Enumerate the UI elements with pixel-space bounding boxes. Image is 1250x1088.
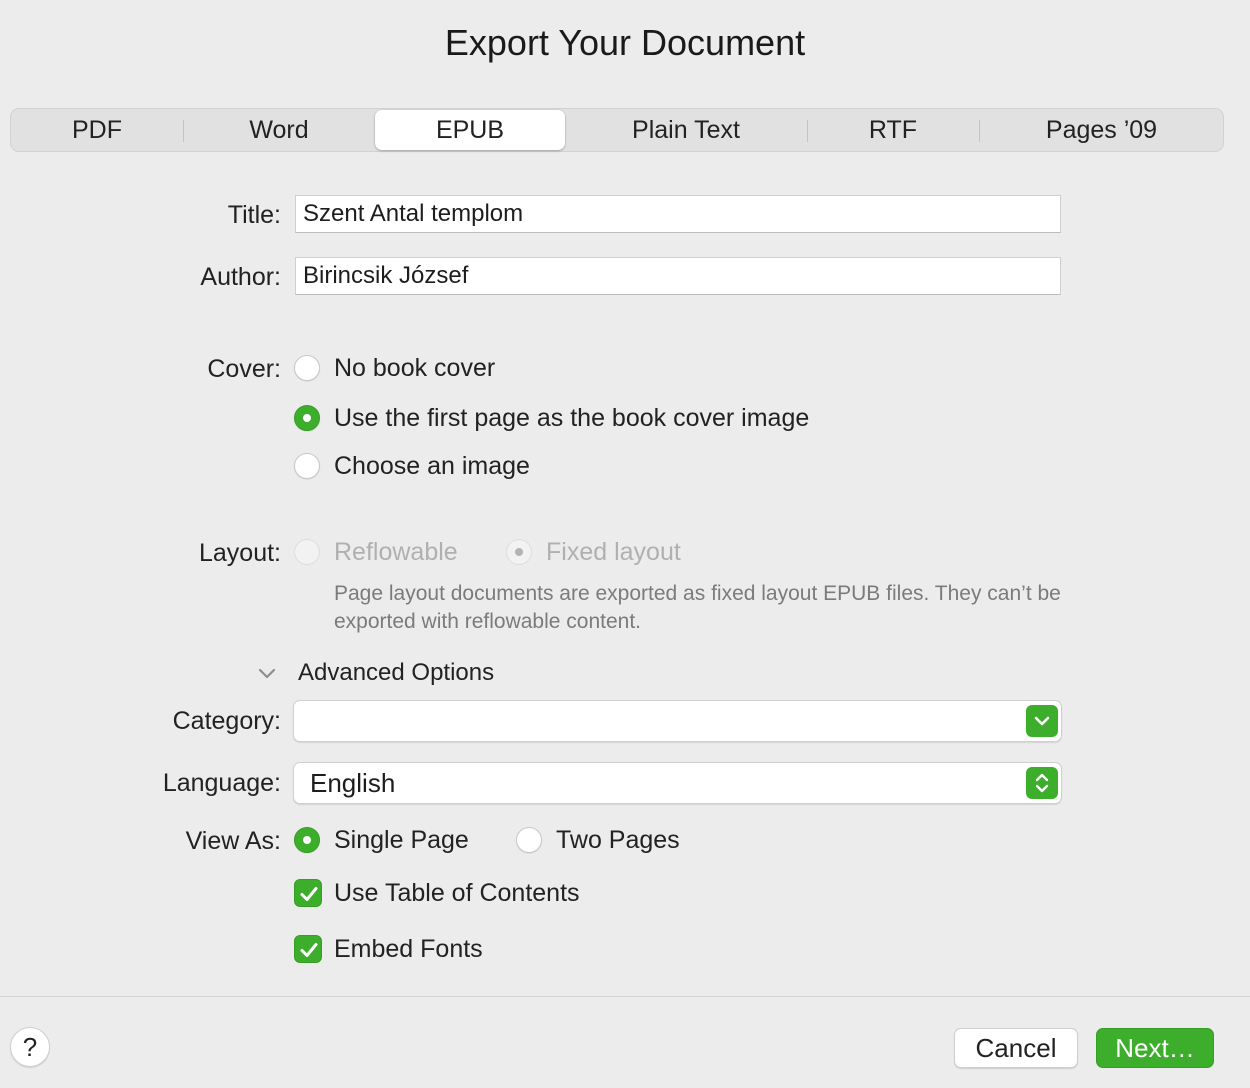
checkmark-icon <box>300 943 318 957</box>
chevron-down-icon[interactable] <box>258 666 276 680</box>
view-two-pages-label[interactable]: Two Pages <box>556 826 680 855</box>
layout-label: Layout: <box>198 539 281 567</box>
view-as-label: View As: <box>185 827 281 855</box>
layout-note: Page layout documents are exported as fi… <box>334 582 1061 633</box>
author-input[interactable] <box>295 257 1061 295</box>
help-button[interactable]: ? <box>10 1027 50 1067</box>
category-label: Category: <box>172 707 281 735</box>
language-value: English <box>310 768 396 798</box>
cover-label: Cover: <box>207 355 281 383</box>
checkmark-icon <box>300 887 318 901</box>
title-input[interactable] <box>295 195 1061 233</box>
cover-choose-image-label[interactable]: Choose an image <box>334 452 530 481</box>
tab-word[interactable]: Word <box>184 109 374 151</box>
tab-pages-09[interactable]: Pages ’09 <box>980 109 1223 151</box>
cancel-button[interactable]: Cancel <box>954 1028 1078 1068</box>
cover-none-label[interactable]: No book cover <box>334 354 495 383</box>
embed-fonts-label[interactable]: Embed Fonts <box>334 935 483 964</box>
view-single-page-radio[interactable] <box>294 827 320 853</box>
chevron-down-icon[interactable] <box>1026 705 1058 737</box>
tab-pdf[interactable]: PDF <box>11 109 183 151</box>
category-select[interactable] <box>293 700 1062 742</box>
use-toc-label[interactable]: Use Table of Contents <box>334 879 580 908</box>
up-down-chevron-icon[interactable] <box>1026 767 1058 799</box>
view-single-page-label[interactable]: Single Page <box>334 826 469 855</box>
dialog-title: Export Your Document <box>444 22 806 63</box>
author-label: Author: <box>200 263 281 291</box>
tab-epub[interactable]: EPUB <box>375 110 565 150</box>
embed-fonts-checkbox[interactable] <box>294 935 322 963</box>
next-button[interactable]: Next… <box>1096 1028 1214 1068</box>
view-two-pages-radio[interactable] <box>516 827 542 853</box>
export-dialog: Export Your Document PDF Word EPUB Plain… <box>0 0 1250 1088</box>
layout-fixed-label: Fixed layout <box>546 538 681 566</box>
title-label: Title: <box>227 201 281 229</box>
cover-choose-image-radio[interactable] <box>294 453 320 479</box>
footer-divider <box>0 996 1250 997</box>
use-toc-checkbox[interactable] <box>294 879 322 907</box>
cover-none-radio[interactable] <box>294 355 320 381</box>
layout-fixed-radio <box>506 539 532 565</box>
advanced-options-toggle[interactable]: Advanced Options <box>298 659 494 687</box>
cover-first-page-radio[interactable] <box>294 405 320 431</box>
language-select[interactable]: English <box>293 762 1062 804</box>
tab-plain-text[interactable]: Plain Text <box>566 109 806 151</box>
format-tab-bar: PDF Word EPUB Plain Text RTF Pages ’09 <box>10 108 1224 152</box>
language-label: Language: <box>162 769 281 797</box>
cover-first-page-label[interactable]: Use the first page as the book cover ima… <box>334 404 809 433</box>
layout-reflowable-label: Reflowable <box>334 538 458 566</box>
tab-rtf[interactable]: RTF <box>808 109 978 151</box>
layout-reflowable-radio <box>294 539 320 565</box>
